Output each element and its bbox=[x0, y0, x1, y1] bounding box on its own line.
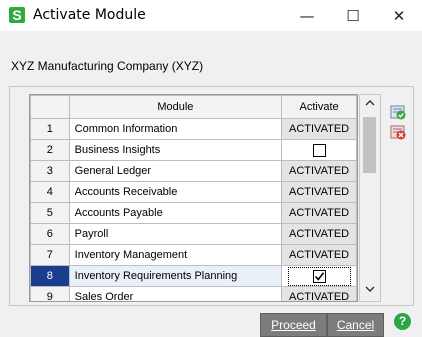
close-button[interactable]: ✕ bbox=[376, 0, 422, 31]
row-number: 4 bbox=[30, 181, 70, 203]
title-bar: S Activate Module — ☐ ✕ bbox=[0, 0, 422, 31]
row-number: 7 bbox=[30, 244, 70, 266]
activate-cell bbox=[281, 265, 357, 287]
help-icon[interactable]: ? bbox=[394, 313, 411, 330]
scroll-down-icon[interactable] bbox=[360, 281, 380, 299]
row-number: 9 bbox=[30, 286, 70, 301]
row-number: 8 bbox=[30, 265, 70, 287]
table-row[interactable]: 3 General Ledger ACTIVATED bbox=[30, 160, 357, 182]
scroll-thumb[interactable] bbox=[363, 117, 376, 173]
module-name: Business Insights bbox=[68, 139, 283, 161]
module-grid[interactable]: Module Activate 1 Common Information ACT… bbox=[29, 94, 358, 302]
activate-checkbox[interactable] bbox=[312, 143, 326, 157]
module-name: General Ledger bbox=[68, 160, 283, 182]
table-row[interactable]: 7 Inventory Management ACTIVATED bbox=[30, 244, 357, 266]
module-name: Common Information bbox=[68, 118, 283, 140]
activate-cell bbox=[281, 139, 357, 161]
row-number: 5 bbox=[30, 202, 70, 224]
activate-status: ACTIVATED bbox=[281, 286, 357, 301]
activate-status: ACTIVATED bbox=[281, 160, 357, 182]
module-name: Inventory Requirements Planning bbox=[68, 265, 283, 287]
activate-status: ACTIVATED bbox=[281, 244, 357, 266]
scroll-up-icon[interactable] bbox=[360, 95, 380, 113]
row-number-header bbox=[30, 95, 70, 119]
module-column-header[interactable]: Module bbox=[68, 95, 283, 119]
row-number: 3 bbox=[30, 160, 70, 182]
module-name: Inventory Management bbox=[68, 244, 283, 266]
table-row-selected[interactable]: 8 Inventory Requirements Planning bbox=[30, 265, 357, 287]
maximize-button[interactable]: ☐ bbox=[330, 0, 376, 31]
table-row[interactable]: 6 Payroll ACTIVATED bbox=[30, 223, 357, 245]
checkmark-icon bbox=[314, 271, 324, 281]
module-name: Payroll bbox=[68, 223, 283, 245]
focus-rectangle bbox=[287, 266, 351, 286]
module-name: Accounts Receivable bbox=[68, 181, 283, 203]
table-row[interactable]: 5 Accounts Payable ACTIVATED bbox=[30, 202, 357, 224]
activate-status: ACTIVATED bbox=[281, 118, 357, 140]
row-number: 6 bbox=[30, 223, 70, 245]
activate-column-header[interactable]: Activate bbox=[281, 95, 357, 119]
activate-checkbox-checked[interactable] bbox=[312, 269, 326, 283]
activate-status: ACTIVATED bbox=[281, 202, 357, 224]
module-name: Sales Order bbox=[68, 286, 283, 301]
vertical-scrollbar[interactable] bbox=[359, 94, 381, 302]
clear-all-icon[interactable] bbox=[390, 124, 406, 140]
table-row[interactable]: 9 Sales Order ACTIVATED bbox=[30, 286, 357, 301]
company-label: XYZ Manufacturing Company (XYZ) bbox=[11, 59, 204, 73]
sage-app-icon: S bbox=[9, 7, 25, 23]
proceed-button[interactable]: Proceed bbox=[260, 313, 327, 337]
activate-status: ACTIVATED bbox=[281, 223, 357, 245]
table-row[interactable]: 1 Common Information ACTIVATED bbox=[30, 118, 357, 140]
table-row[interactable]: 4 Accounts Receivable ACTIVATED bbox=[30, 181, 357, 203]
module-name: Accounts Payable bbox=[68, 202, 283, 224]
activate-status: ACTIVATED bbox=[281, 181, 357, 203]
row-number: 1 bbox=[30, 118, 70, 140]
select-all-icon[interactable] bbox=[390, 104, 406, 120]
table-row[interactable]: 2 Business Insights bbox=[30, 139, 357, 161]
cancel-button[interactable]: Cancel bbox=[327, 313, 384, 337]
window-title: Activate Module bbox=[33, 7, 146, 23]
minimize-button[interactable]: — bbox=[284, 0, 330, 31]
row-number: 2 bbox=[30, 139, 70, 161]
